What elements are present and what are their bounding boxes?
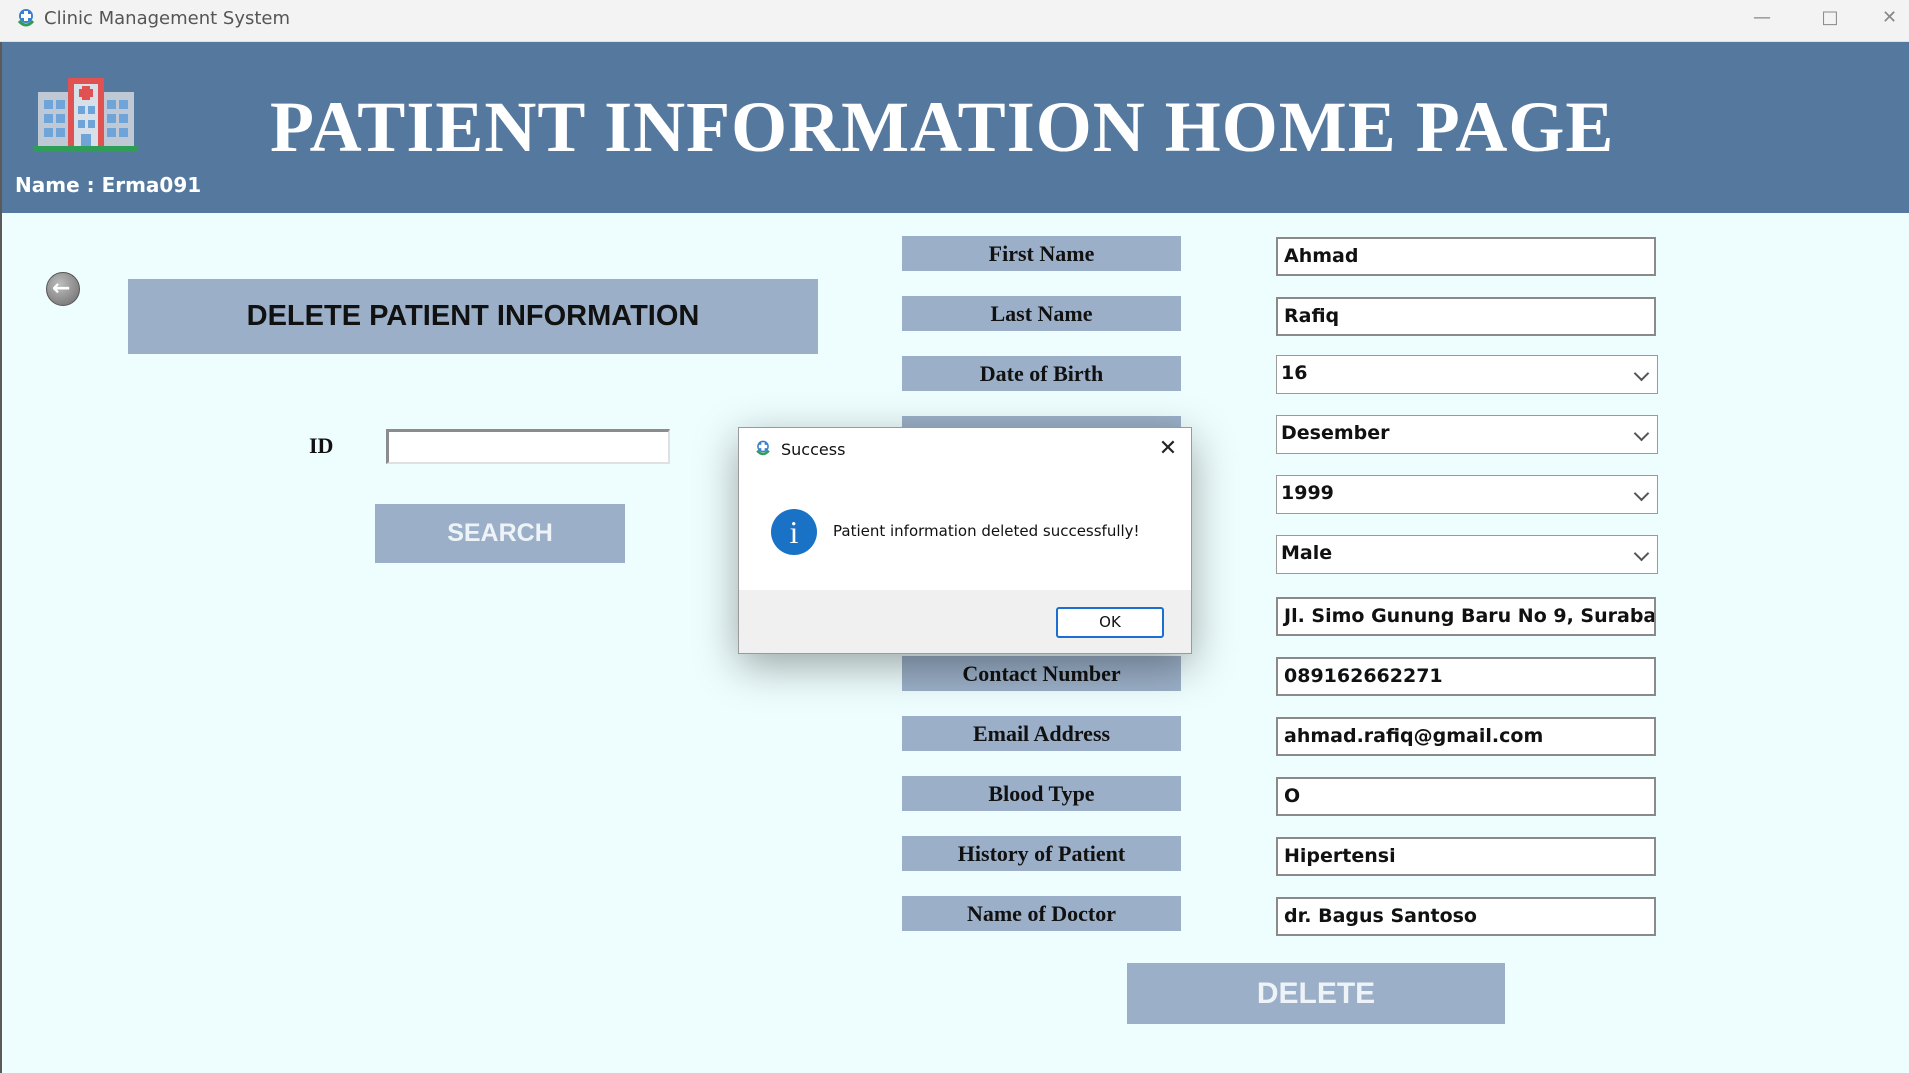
user-name-label: Name : Erma091 (15, 173, 202, 197)
minimize-button[interactable]: — (1732, 0, 1792, 41)
dialog-titlebar: Success ✕ (739, 428, 1191, 472)
label-first-name: First Name (902, 236, 1181, 271)
chevron-down-icon (1633, 545, 1650, 562)
close-window-button[interactable]: ✕ (1870, 0, 1909, 41)
app-icon (756, 440, 770, 456)
contact-number-field[interactable]: 089162662271 (1276, 657, 1656, 696)
label-history-of-patient: History of Patient (902, 836, 1181, 871)
label-last-name: Last Name (902, 296, 1181, 331)
address-field[interactable]: Jl. Simo Gunung Baru No 9, Surabaya (1276, 597, 1656, 636)
chevron-down-icon (1633, 485, 1650, 502)
maximize-button[interactable]: □ (1800, 0, 1860, 41)
back-arrow-icon[interactable]: ← (46, 272, 80, 306)
first-name-field[interactable]: Ahmad (1276, 237, 1656, 276)
history-of-patient-field[interactable]: Hipertensi (1276, 837, 1656, 876)
id-input[interactable] (386, 429, 670, 464)
dialog-message: Patient information deleted successfully… (833, 522, 1140, 540)
success-dialog: Success ✕ i Patient information deleted … (738, 427, 1192, 654)
section-banner: DELETE PATIENT INFORMATION (128, 279, 818, 354)
label-blood-type: Blood Type (902, 776, 1181, 811)
id-label: ID (309, 433, 334, 458)
window-title: Clinic Management System (44, 8, 291, 29)
close-icon[interactable]: ✕ (1153, 434, 1183, 464)
app-icon (17, 9, 35, 27)
label-contact-number: Contact Number (902, 656, 1181, 691)
window-titlebar: Clinic Management System — □ ✕ (0, 0, 1909, 42)
hospital-icon (34, 78, 138, 152)
chevron-down-icon (1633, 425, 1650, 442)
email-address-field[interactable]: ahmad.rafiq@gmail.com (1276, 717, 1656, 756)
label-name-of-doctor: Name of Doctor (902, 896, 1181, 931)
search-button[interactable]: SEARCH (375, 504, 625, 563)
dialog-title: Success (781, 440, 846, 459)
label-date-of-birth: Date of Birth (902, 356, 1181, 391)
info-icon: i (771, 509, 817, 555)
dob-month-select[interactable]: Desember (1276, 415, 1658, 454)
dob-day-select[interactable]: 16 (1276, 355, 1658, 394)
ok-button[interactable]: OK (1056, 607, 1164, 638)
gender-select[interactable]: Male (1276, 535, 1658, 574)
page-header: PATIENT INFORMATION HOME PAGE Name : Erm… (2, 42, 1909, 213)
page-title: PATIENT INFORMATION HOME PAGE (270, 87, 1615, 167)
delete-button[interactable]: DELETE (1127, 963, 1505, 1024)
label-email-address: Email Address (902, 716, 1181, 751)
blood-type-field[interactable]: O (1276, 777, 1656, 816)
chevron-down-icon (1633, 365, 1650, 382)
last-name-field[interactable]: Rafiq (1276, 297, 1656, 336)
dob-year-select[interactable]: 1999 (1276, 475, 1658, 514)
name-of-doctor-field[interactable]: dr. Bagus Santoso (1276, 897, 1656, 936)
